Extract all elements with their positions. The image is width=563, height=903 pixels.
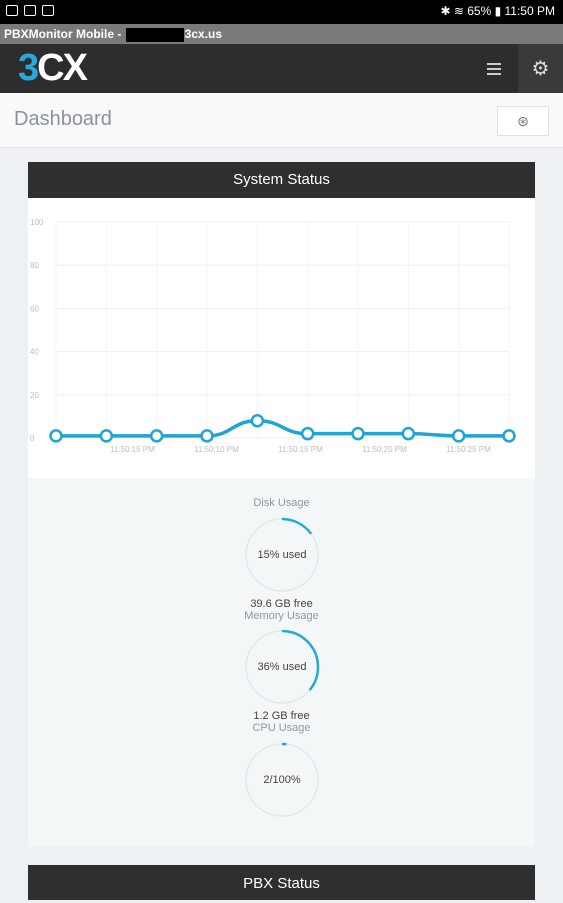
- cpu-usage-gauge: 2/100%: [243, 741, 321, 819]
- disk-free-text: 39.6 GB free: [250, 598, 313, 610]
- data-point[interactable]: [300, 426, 315, 441]
- data-point[interactable]: [149, 429, 164, 443]
- memory-usage-value: 36% used: [257, 661, 307, 673]
- dashboard-icon: ⊛: [517, 112, 529, 129]
- disk-usage-value: 15% used: [257, 549, 307, 561]
- title-text: PBXMonitor Mobile - 3cx.us: [4, 27, 222, 42]
- system-status-header: System Status: [28, 162, 535, 198]
- device-status-bar: ✱ ≋ 65% ▮ 11:50 PM: [0, 0, 563, 24]
- pbx-status-header: PBX Status: [28, 865, 535, 900]
- data-point[interactable]: [502, 429, 516, 443]
- system-status-chart: 100 80 60 40 20 0 11:50:15 PM 11:50:10 PM 11:50:…: [28, 198, 535, 478]
- sync-icon: [24, 5, 36, 16]
- photo-icon: [42, 5, 54, 16]
- data-point[interactable]: [200, 429, 214, 443]
- status-right: ✱ ≋ 65% ▮ 11:50 PM: [440, 4, 555, 18]
- title-suffix: 3cx.us: [184, 27, 223, 41]
- x-tick-label: 11:50:25 PM: [446, 445, 491, 454]
- memory-usage-label: Memory Usage: [244, 610, 319, 622]
- disk-usage-label: Disk Usage: [253, 497, 310, 509]
- settings-button[interactable]: ⚙: [518, 44, 563, 93]
- notification-icons: [6, 5, 54, 16]
- memory-usage-gauge: 36% used: [243, 628, 321, 706]
- hamburger-icon: [487, 62, 501, 75]
- x-tick-label: 11:50:15 PM: [110, 445, 155, 454]
- page-header: Dashboard ⊛: [0, 93, 563, 148]
- data-point[interactable]: [49, 429, 63, 443]
- usage-gauges: Disk Usage 15% used 39.6 GB free Memory …: [28, 478, 535, 847]
- data-point[interactable]: [99, 429, 114, 443]
- y-tick-label: 0: [30, 434, 35, 443]
- dashboard-options-button[interactable]: ⊛: [497, 106, 549, 136]
- data-point[interactable]: [401, 426, 416, 441]
- image-icon: [6, 5, 18, 16]
- x-tick-label: 11:50:10 PM: [194, 445, 239, 454]
- x-tick-label: 11:50:15 PM: [278, 445, 323, 454]
- y-tick-label: 60: [30, 304, 39, 313]
- app-header: 3CX ⚙: [0, 44, 563, 93]
- memory-free-text: 1.2 GB free: [253, 710, 310, 722]
- cpu-usage-value: 2/100%: [263, 774, 301, 786]
- data-point[interactable]: [351, 426, 365, 441]
- logo-letters: CX: [37, 47, 88, 89]
- gear-icon: ⚙: [531, 58, 550, 80]
- system-status-panel: System Status 100 80 60 40 20 0 11:50:15 PM 11:…: [28, 162, 535, 847]
- cpu-usage-label: CPU Usage: [252, 722, 311, 734]
- series-line: [56, 418, 509, 438]
- data-point[interactable]: [451, 429, 466, 443]
- line-chart: 100 80 60 40 20 0 11:50:15 PM 11:50:10 PM 11:50:…: [30, 218, 516, 454]
- menu-button[interactable]: [474, 52, 514, 85]
- logo-3cx[interactable]: 3CX: [18, 47, 88, 89]
- y-tick-label: 80: [30, 261, 39, 270]
- title-prefix: PBXMonitor Mobile -: [4, 27, 122, 41]
- logo-number: 3: [18, 47, 39, 89]
- x-tick-label: 11:50:20 PM: [362, 445, 407, 454]
- redacted-hostname: [125, 27, 184, 42]
- browser-title-bar: PBXMonitor Mobile - 3cx.us: [0, 24, 563, 44]
- data-point[interactable]: [250, 413, 265, 428]
- y-tick-label: 40: [30, 348, 39, 357]
- page-title: Dashboard: [14, 108, 112, 130]
- y-tick-label: 20: [30, 391, 39, 400]
- y-tick-label: 100: [30, 218, 44, 227]
- disk-usage-gauge: 15% used: [243, 516, 321, 594]
